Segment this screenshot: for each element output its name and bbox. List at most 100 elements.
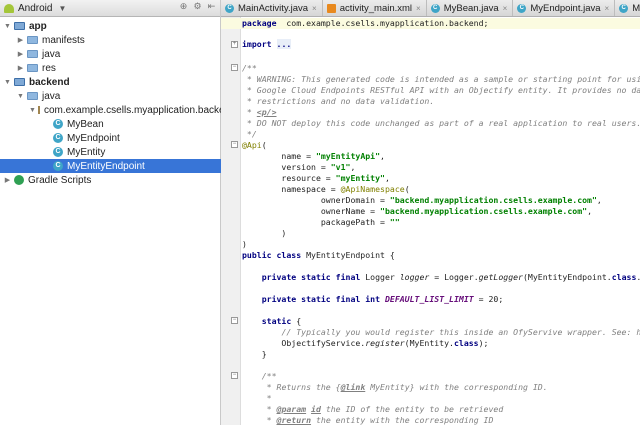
tab-label: MainActivity.java: [238, 2, 309, 14]
hide-panel-icon[interactable]: ⇤: [207, 2, 216, 11]
project-view-header[interactable]: Android ▼ ⊕ ⚙ ⇤: [0, 0, 220, 17]
tab-mainactivity[interactable]: C MainActivity.java ×: [221, 0, 323, 16]
expanded-arrow-icon[interactable]: ▼: [29, 107, 36, 114]
code-line: ): [242, 239, 247, 249]
tree-gradle-scripts[interactable]: ▶ Gradle Scripts: [0, 173, 221, 187]
tree-app-module[interactable]: ▼ app: [0, 19, 221, 33]
editor-gutter: + − − − −: [221, 17, 241, 425]
project-toolbar: ⊕ ⚙ ⇤: [179, 2, 216, 11]
xml-file-icon: [326, 3, 336, 13]
tree-class-myentityendpoint[interactable]: C MyEntityEndpoint: [0, 159, 221, 173]
code-editor[interactable]: + − − − − package com.example.csells.mya…: [221, 17, 640, 425]
close-icon[interactable]: ×: [503, 4, 508, 13]
code-line: private static final int DEFAULT_LIST_LI…: [261, 294, 504, 304]
code-line: }: [242, 349, 267, 359]
collapsed-arrow-icon[interactable]: ▶: [3, 176, 12, 184]
tab-activity-main-xml[interactable]: activity_main.xml ×: [323, 0, 427, 16]
chevron-down-icon[interactable]: ▼: [58, 4, 66, 13]
tree-backend-package[interactable]: ▼ com.example.csells.myapplication.backen…: [0, 103, 236, 117]
tree-java-folder[interactable]: ▶ java: [0, 47, 221, 61]
close-icon[interactable]: ×: [312, 4, 317, 13]
code-line: * @param id the ID of the entity to be r…: [266, 404, 504, 414]
code-line: static {: [261, 316, 302, 326]
fold-comment-icon[interactable]: −: [231, 64, 238, 71]
tree-res-folder[interactable]: ▶ res: [0, 61, 221, 75]
code-line: import ...: [242, 39, 292, 49]
tree-class-myendpoint[interactable]: C MyEndpoint: [0, 131, 221, 145]
tree-manifests-folder[interactable]: ▶ manifests: [0, 33, 221, 47]
tree-backend-module[interactable]: ▼ backend: [0, 75, 221, 89]
code-line: /**: [261, 371, 277, 381]
code-line: * @return the entity with the correspond…: [266, 415, 494, 425]
code-line: */: [242, 129, 257, 139]
project-pane: Android ▼ ⊕ ⚙ ⇤ ▼ app ▶ manifests ▶ java ▶ res ▼…: [0, 0, 236, 425]
tree-item-label: backend: [29, 76, 70, 88]
project-view-selector[interactable]: Android: [18, 3, 52, 14]
tab-label: activity_main.xml: [339, 2, 413, 14]
code-text[interactable]: package com.example.csells.myapplication…: [221, 17, 640, 425]
fold-annotation-icon[interactable]: −: [231, 141, 238, 148]
code-line: * Returns the {@link MyEntity} with the …: [266, 382, 548, 392]
package-icon: [37, 106, 40, 114]
tab-myendpoint[interactable]: C MyEndpoint.java ×: [513, 0, 616, 16]
settings-icon[interactable]: ⚙: [193, 2, 202, 11]
collapsed-arrow-icon[interactable]: ▶: [16, 64, 25, 72]
class-icon: C: [517, 3, 527, 13]
class-icon: C: [225, 3, 234, 13]
code-line: * WARNING: This generated code is intend…: [242, 74, 640, 84]
module-folder-icon: [14, 78, 25, 86]
editor-tab-bar: C MainActivity.java × activity_main.xml × C My…: [221, 0, 640, 17]
folder-icon: [27, 92, 38, 100]
tree-item-label: MyEntity: [67, 146, 106, 158]
tree-item-label: res: [42, 62, 56, 74]
code-line: packagePath = "": [242, 217, 400, 227]
expanded-arrow-icon[interactable]: ▼: [3, 79, 12, 86]
tree-class-myentity[interactable]: C MyEntity: [0, 145, 221, 159]
tab-label: MyBean.java: [443, 2, 499, 14]
close-icon[interactable]: ×: [605, 4, 610, 13]
code-line: ownerDomain = "backend.myapplication.cse…: [242, 195, 602, 205]
code-line: @Api(: [242, 140, 267, 150]
code-line: resource = "myEntity",: [242, 173, 390, 183]
code-line: *: [266, 393, 272, 403]
folder-icon: [27, 50, 38, 58]
tree-class-mybean[interactable]: C MyBean: [0, 117, 221, 131]
class-icon: C: [53, 119, 63, 129]
sync-icon[interactable]: ⊕: [179, 2, 188, 11]
tab-mybean[interactable]: C MyBean.java ×: [427, 0, 514, 16]
code-line: * Google Cloud Endpoints RESTful API wit…: [246, 85, 640, 95]
tree-item-label: java: [42, 90, 61, 102]
tree-item-label: MyEntityEndpoint: [67, 160, 145, 172]
tree-item-label: Gradle Scripts: [28, 174, 92, 186]
expanded-arrow-icon[interactable]: ▼: [16, 93, 25, 100]
code-line: package com.example.csells.myapplication…: [221, 18, 640, 29]
code-line: * <p/>: [242, 107, 277, 117]
code-line: namespace = @ApiNamespace(: [242, 184, 410, 194]
collapsed-arrow-icon[interactable]: ▶: [16, 50, 25, 58]
fold-static-block-icon[interactable]: −: [231, 317, 238, 324]
code-line: /**: [242, 63, 257, 73]
android-icon: [4, 3, 14, 13]
collapsed-arrow-icon[interactable]: ▶: [16, 36, 25, 44]
fold-import-icon[interactable]: +: [231, 41, 238, 48]
code-line: name = "myEntityApi",: [242, 151, 385, 161]
code-line: private static final Logger logger = Log…: [261, 272, 640, 282]
fold-javadoc-icon[interactable]: −: [231, 372, 238, 379]
expanded-arrow-icon[interactable]: ▼: [3, 23, 12, 30]
tree-item-label: com.example.csells.myapplication.backend: [43, 104, 236, 116]
close-icon[interactable]: ×: [416, 4, 421, 13]
class-icon: C: [430, 3, 440, 13]
tree-item-label: app: [29, 20, 47, 32]
class-icon: C: [53, 147, 63, 157]
tree-item-label: manifests: [42, 34, 85, 46]
tab-label: MyEntity.java: [632, 2, 640, 14]
tab-myentity[interactable]: CMyEntity.java×: [615, 0, 640, 16]
gradle-icon: [14, 175, 24, 185]
tree-item-label: MyBean: [67, 118, 104, 130]
class-icon: C: [619, 3, 629, 13]
code-line: ObjectifyService.register(MyEntity.class…: [242, 338, 489, 348]
folder-icon: [27, 64, 38, 72]
module-folder-icon: [14, 22, 25, 30]
tree-backend-java-folder[interactable]: ▼ java: [0, 89, 221, 103]
code-line: * DO NOT deploy this code unchanged as p…: [242, 118, 640, 128]
